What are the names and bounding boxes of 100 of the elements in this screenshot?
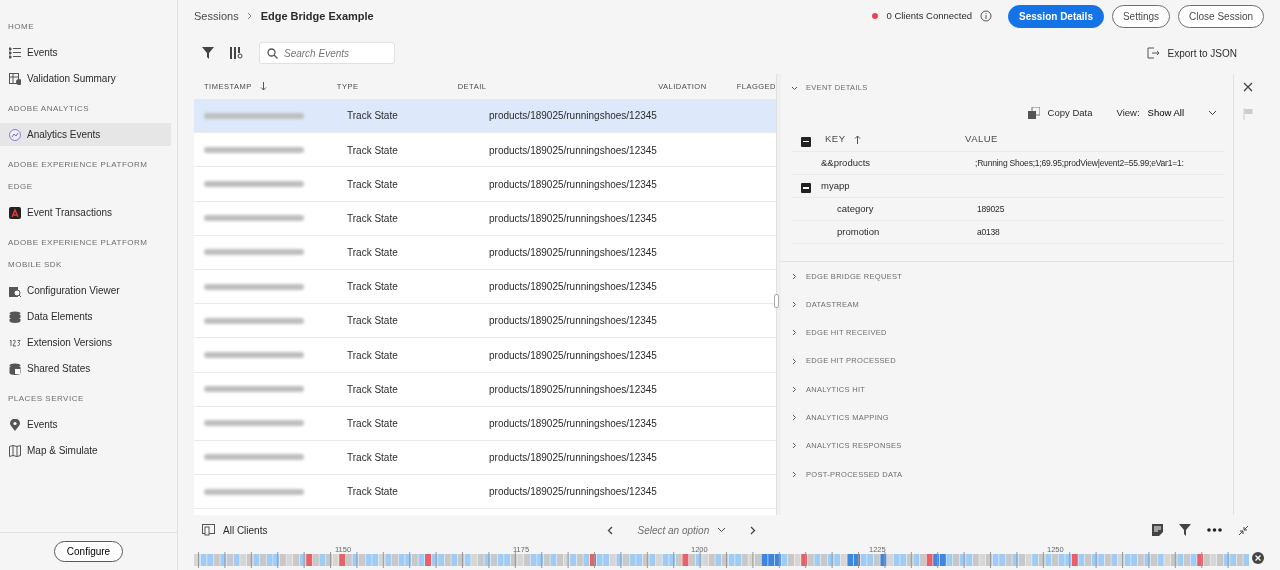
sort-arrow-icon[interactable] xyxy=(853,135,861,144)
more-icon[interactable] xyxy=(1207,528,1222,532)
export-icon[interactable] xyxy=(1146,47,1160,59)
value-text: 189025 xyxy=(977,203,1005,214)
devices-icon xyxy=(202,524,215,536)
section-heading: HOME xyxy=(7,21,35,33)
pin-icon xyxy=(9,418,21,431)
chevron-icon xyxy=(791,329,798,337)
search-field[interactable]: Search Events xyxy=(259,42,395,64)
filter-icon[interactable] xyxy=(1179,524,1191,536)
sidebar-item[interactable]: Analytics Events xyxy=(0,123,171,146)
connection-status: 0 Clients Connected xyxy=(886,8,972,23)
filter-icon[interactable] xyxy=(202,47,214,59)
chevron-icon xyxy=(791,442,798,450)
section-heading: ADOBE EXPERIENCE PLATFORM EDGE xyxy=(7,159,149,193)
database-icon xyxy=(9,362,21,375)
sidebar-item[interactable]: Validation Summary xyxy=(0,67,171,90)
table-cell: Track State xyxy=(347,281,398,293)
chevron-icon xyxy=(791,357,798,365)
sidebar-item[interactable]: Events xyxy=(0,413,171,436)
table-cell: Track State xyxy=(347,383,398,395)
map-icon xyxy=(9,444,21,457)
section-heading: PLACES SERVICE xyxy=(7,393,85,405)
collapse-all-icon[interactable] xyxy=(801,136,811,147)
table-cell: Track State xyxy=(347,247,398,259)
table-cell: products/189025/runningshoes/12345 xyxy=(489,110,657,122)
chevron-icon xyxy=(246,12,253,20)
chevron-icon xyxy=(791,272,798,280)
close-icon[interactable] xyxy=(1242,82,1253,92)
chevron-icon xyxy=(791,414,798,422)
key-text: promotion xyxy=(837,225,880,237)
chevron-icon xyxy=(717,527,727,533)
chevron-icon xyxy=(1208,110,1217,116)
chevron-icon xyxy=(791,300,798,308)
value-text: a0138 xyxy=(977,226,1000,237)
table-cell: products/189025/runningshoes/12345 xyxy=(489,247,657,259)
logo-icon xyxy=(9,206,21,219)
table-cell: products/189025/runningshoes/12345 xyxy=(489,452,657,464)
info-icon[interactable] xyxy=(980,10,992,22)
sidebar-item[interactable]: Shared States xyxy=(0,357,171,380)
sidebar-item[interactable]: Events xyxy=(0,41,171,64)
table-cell: Track State xyxy=(347,144,398,156)
view-dropdown[interactable]: Show All xyxy=(1147,105,1217,121)
session-select[interactable]: Select an option xyxy=(637,522,727,538)
value-text: ;Running Shoes;1;69.95;prodView|event2=55.99;eVar1=1: xyxy=(975,157,1184,168)
collapse-icon[interactable] xyxy=(1238,524,1249,536)
page-title: Edge Bridge Example xyxy=(260,8,374,24)
previous-icon[interactable] xyxy=(607,525,614,535)
clear-icon[interactable] xyxy=(1252,551,1264,564)
copy-icon[interactable] xyxy=(1027,107,1040,119)
sidebar-item[interactable]: Event Transactions xyxy=(0,201,171,224)
key-text: category xyxy=(837,202,874,214)
sidebar-item[interactable]: Configuration Viewer xyxy=(0,279,171,302)
checklist-icon xyxy=(9,72,21,85)
chevron-icon xyxy=(791,470,798,478)
column-header[interactable]: KEY xyxy=(825,132,846,147)
table-cell: products/189025/runningshoes/12345 xyxy=(489,383,657,395)
sidebar-item[interactable]: Extension Versions xyxy=(0,331,171,354)
header-button[interactable]: Settings xyxy=(1111,4,1171,28)
table-cell: Track State xyxy=(347,349,398,361)
table-row[interactable]: Track State products/189025/runningshoes/12345 xyxy=(194,99,776,134)
view-label: View: xyxy=(1116,105,1140,120)
section-heading: ADOBE ANALYTICS xyxy=(7,103,91,115)
resize-handle[interactable] xyxy=(774,294,779,308)
clients-label: All Clients xyxy=(223,523,268,538)
table-cell: Track State xyxy=(347,486,398,498)
collapse-icon[interactable] xyxy=(801,183,811,194)
table-cell: Track State xyxy=(347,178,398,190)
chart-icon xyxy=(9,128,21,141)
table-cell: Track State xyxy=(347,418,398,430)
table-cell: Track State xyxy=(347,315,398,327)
notes-icon[interactable] xyxy=(1152,524,1163,536)
table-cell: Track State xyxy=(347,212,398,224)
status-dot xyxy=(872,13,879,19)
sidebar-item[interactable]: Data Elements xyxy=(0,305,171,328)
sort-arrow-icon[interactable] xyxy=(259,82,267,91)
table-cell: Track State xyxy=(347,110,398,122)
sidebar-item[interactable]: Map & Simulate xyxy=(0,439,171,462)
table-cell: products/189025/runningshoes/12345 xyxy=(489,418,657,430)
table-cell: products/189025/runningshoes/12345 xyxy=(489,281,657,293)
header-button[interactable]: Close Session xyxy=(1178,4,1264,28)
copy-data-link[interactable]: Copy Data xyxy=(1047,105,1093,121)
section-heading: ADOBE EXPERIENCE PLATFORM MOBILE SDK xyxy=(7,237,149,271)
breadcrumb-link[interactable]: Sessions xyxy=(194,7,239,25)
key-text: myapp xyxy=(821,179,850,191)
table-cell: products/189025/runningshoes/12345 xyxy=(489,315,657,327)
list-icon xyxy=(9,46,21,59)
export-link[interactable]: Export to JSON xyxy=(1167,45,1237,61)
header-button[interactable]: Session Details xyxy=(1008,4,1104,28)
table-cell: Track State xyxy=(347,452,398,464)
table-cell: products/189025/runningshoes/12345 xyxy=(489,144,657,156)
key-text: &&products xyxy=(821,156,871,168)
numbers-icon xyxy=(9,338,21,347)
next-icon[interactable] xyxy=(750,525,757,535)
columns-icon[interactable] xyxy=(230,47,243,59)
table-cell: products/189025/runningshoes/12345 xyxy=(489,212,657,224)
chevron-icon xyxy=(791,84,798,92)
configure-button[interactable]: Configure xyxy=(53,541,124,562)
column-header[interactable]: VALUE xyxy=(965,133,998,145)
table-cell: products/189025/runningshoes/12345 xyxy=(489,178,657,190)
